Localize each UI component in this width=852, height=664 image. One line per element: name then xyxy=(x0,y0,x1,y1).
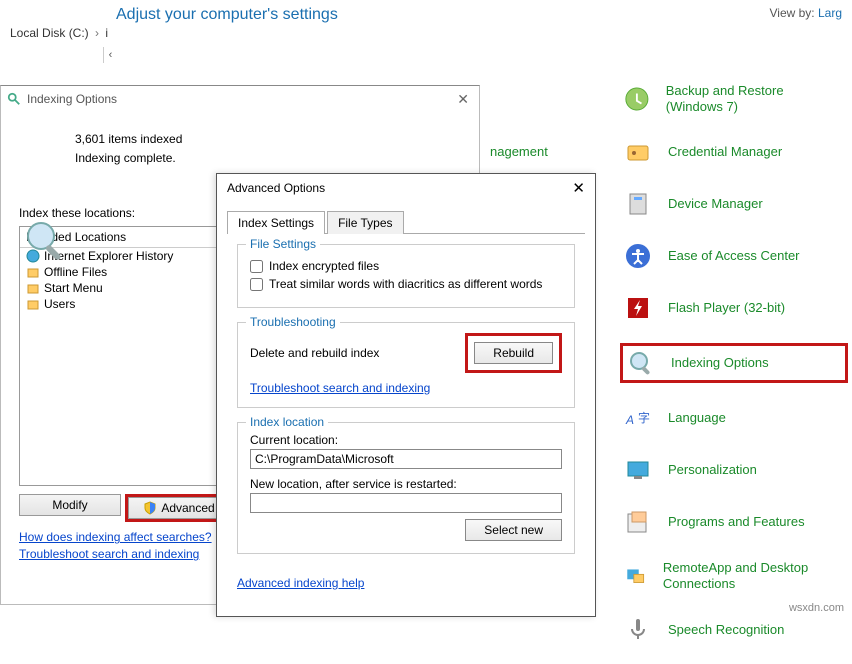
rebuild-desc: Delete and rebuild index xyxy=(250,346,379,360)
cp-item-backup[interactable]: Backup and Restore (Windows 7) xyxy=(620,80,848,117)
current-location-label: Current location: xyxy=(250,433,562,447)
index-icon xyxy=(627,349,655,377)
device-icon xyxy=(624,190,652,218)
cp-item-remote[interactable]: RemoteApp and Desktop Connections xyxy=(620,557,848,594)
view-by-value[interactable]: Larg xyxy=(818,6,842,20)
new-location-label: New location, after service is restarted… xyxy=(250,477,562,491)
cp-item-credential[interactable]: Credential Manager xyxy=(620,135,848,169)
magnifier-icon xyxy=(21,216,71,266)
select-new-button[interactable]: Select new xyxy=(465,519,562,541)
cp-item-language[interactable]: A字 Language xyxy=(620,401,848,435)
page-title: Adjust your computer's settings xyxy=(116,6,338,23)
breadcrumb[interactable]: Local Disk (C:) › i xyxy=(10,26,108,40)
checkbox-input[interactable] xyxy=(250,260,263,273)
view-by-label: View by: xyxy=(769,6,814,20)
cp-item-label: Language xyxy=(668,410,726,426)
tabs: Index Settings File Types xyxy=(227,210,585,234)
troubleshooting-group: Troubleshooting Delete and rebuild index… xyxy=(237,322,575,408)
group-title-index-location: Index location xyxy=(246,415,328,429)
list-item-label: Offline Files xyxy=(44,265,107,279)
titlebar[interactable]: Indexing Options ✕ xyxy=(1,86,479,112)
troubleshoot-search-link[interactable]: Troubleshoot search and indexing xyxy=(250,381,430,395)
close-icon[interactable]: ✕ xyxy=(457,91,469,108)
diacritics-checkbox[interactable]: Treat similar words with diacritics as d… xyxy=(250,277,562,291)
cp-item-label: Flash Player (32-bit) xyxy=(668,300,785,316)
cp-item-speech[interactable]: Speech Recognition xyxy=(620,612,848,646)
cp-item-label: Device Manager xyxy=(668,196,763,212)
index-location-group: Index location Current location: New loc… xyxy=(237,422,575,554)
cp-item-ease[interactable]: Ease of Access Center xyxy=(620,239,848,273)
indexing-status: Indexing complete. xyxy=(75,149,461,168)
ease-icon xyxy=(624,242,652,270)
checkbox-input[interactable] xyxy=(250,278,263,291)
dialog-titlebar[interactable]: Advanced Options ✕ xyxy=(217,174,595,202)
cp-item-label: Indexing Options xyxy=(671,355,769,371)
tab-file-types[interactable]: File Types xyxy=(327,211,403,234)
chevron-right-icon: › xyxy=(95,26,99,40)
close-icon[interactable]: ✕ xyxy=(572,179,585,197)
cp-item-personalization[interactable]: Personalization xyxy=(620,453,848,487)
cp-item-index[interactable]: Indexing Options xyxy=(620,343,848,383)
speech-icon xyxy=(624,615,652,643)
modify-button[interactable]: Modify xyxy=(19,494,121,516)
rebuild-highlight: Rebuild xyxy=(465,333,562,373)
breadcrumb-disk[interactable]: Local Disk (C:) xyxy=(10,26,89,40)
truncated-item-label: nagement xyxy=(490,144,548,159)
cp-item-flash[interactable]: Flash Player (32-bit) xyxy=(620,291,848,325)
chevron-left-icon[interactable]: ‹ xyxy=(103,47,117,63)
remote-icon xyxy=(624,562,647,590)
advanced-button[interactable]: Advanced xyxy=(128,497,230,519)
flash-icon xyxy=(624,294,652,322)
advanced-options-dialog: Advanced Options ✕ Index Settings File T… xyxy=(216,173,596,617)
new-location-field[interactable] xyxy=(250,493,562,513)
window-title: Indexing Options xyxy=(27,92,117,106)
programs-icon xyxy=(624,508,652,536)
cp-item-label: Programs and Features xyxy=(668,514,805,530)
items-indexed: 3,601 items indexed xyxy=(75,130,461,149)
backup-icon xyxy=(624,85,650,113)
view-by[interactable]: View by: Larg xyxy=(769,6,842,20)
tab-index-settings[interactable]: Index Settings xyxy=(227,211,325,234)
list-item-label: Users xyxy=(44,297,75,311)
cp-item-label: RemoteApp and Desktop Connections xyxy=(663,560,844,591)
svg-text:字: 字 xyxy=(638,410,650,425)
search-icon xyxy=(7,92,21,106)
personalization-icon xyxy=(624,456,652,484)
encrypt-checkbox[interactable]: Index encrypted files xyxy=(250,259,562,273)
folder-icon xyxy=(26,265,40,279)
dialog-title: Advanced Options xyxy=(227,181,325,195)
breadcrumb-fragment: i xyxy=(105,26,108,40)
cp-item-label: Personalization xyxy=(668,462,757,478)
credential-icon xyxy=(624,138,652,166)
folder-icon xyxy=(26,297,40,311)
current-location-field[interactable] xyxy=(250,449,562,469)
cp-item-programs[interactable]: Programs and Features xyxy=(620,505,848,539)
group-title-troubleshooting: Troubleshooting xyxy=(246,315,340,329)
cp-item-label: Speech Recognition xyxy=(668,622,784,638)
rebuild-button[interactable]: Rebuild xyxy=(474,342,553,364)
control-panel-items: Backup and Restore (Windows 7) Credential… xyxy=(620,80,848,664)
watermark: wsxdn.com xyxy=(789,602,844,614)
file-settings-group: File Settings Index encrypted files Trea… xyxy=(237,244,575,308)
cp-item-label: Backup and Restore (Windows 7) xyxy=(666,83,844,114)
group-title-file-settings: File Settings xyxy=(246,237,320,251)
cp-item-label: Credential Manager xyxy=(668,144,782,160)
folder-icon xyxy=(26,281,40,295)
shield-icon xyxy=(143,501,157,515)
language-icon: A字 xyxy=(624,404,652,432)
cp-item-device[interactable]: Device Manager xyxy=(620,187,848,221)
svg-text:A: A xyxy=(625,413,634,427)
cp-item-label: Ease of Access Center xyxy=(668,248,800,264)
advanced-indexing-help-link[interactable]: Advanced indexing help xyxy=(237,576,364,590)
list-item-label: Start Menu xyxy=(44,281,103,295)
